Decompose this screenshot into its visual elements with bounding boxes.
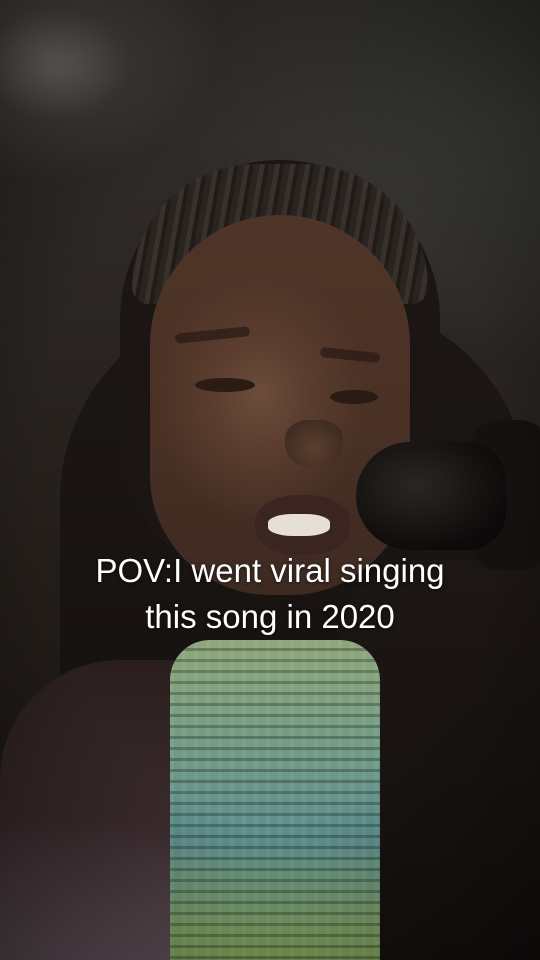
caption-line-2: this song in 2020 — [145, 598, 395, 635]
microphone — [356, 442, 506, 550]
knit-sweater — [170, 640, 380, 960]
nose — [285, 420, 343, 468]
right-eye — [330, 390, 378, 404]
teeth — [268, 514, 330, 536]
caption-line-1: POV:I went viral singing — [95, 552, 445, 589]
video-caption: POV:I went viral singing this song in 20… — [0, 548, 540, 640]
light-glare — [0, 10, 130, 120]
left-eye — [195, 378, 255, 392]
video-frame[interactable]: POV:I went viral singing this song in 20… — [0, 0, 540, 960]
